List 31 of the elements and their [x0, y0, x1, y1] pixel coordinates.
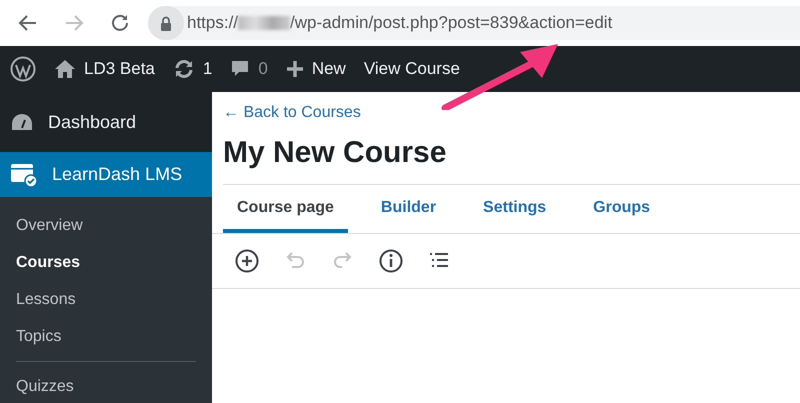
- new-link[interactable]: New: [312, 59, 346, 79]
- comment-icon: [230, 59, 250, 79]
- url-text: https://: [187, 13, 238, 33]
- tab[interactable]: Course page: [223, 185, 348, 233]
- site-name-link[interactable]: LD3 Beta: [84, 59, 155, 79]
- lock-icon: [160, 16, 172, 30]
- page-title: My New Course: [223, 136, 800, 185]
- add-icon[interactable]: [234, 248, 260, 274]
- tab[interactable]: Builder: [366, 185, 450, 233]
- submenu-item[interactable]: Topics: [0, 318, 212, 355]
- submenu-item[interactable]: Overview: [0, 207, 212, 244]
- view-course-link[interactable]: View Course: [364, 59, 460, 79]
- submenu-item[interactable]: Lessons: [0, 281, 212, 318]
- update-count[interactable]: 1: [202, 59, 212, 79]
- tab[interactable]: Settings: [469, 185, 560, 233]
- gauge-icon: [10, 112, 34, 132]
- address-bar[interactable]: https:// /wp-admin/post.php?post=839&action=edit: [148, 6, 800, 40]
- comment-count[interactable]: 0: [258, 59, 268, 79]
- menu-item[interactable]: Dashboard: [0, 92, 212, 152]
- browser-window-icon: [10, 162, 38, 188]
- menu-item[interactable]: LearnDash LMS: [0, 152, 212, 197]
- submenu-item[interactable]: Courses: [0, 244, 212, 281]
- info-icon[interactable]: [378, 248, 404, 274]
- plus-icon: [286, 60, 304, 78]
- back-link[interactable]: ← Back to Courses: [223, 104, 361, 122]
- submenu-item[interactable]: Quizzes: [0, 368, 212, 403]
- wordpress-logo-icon[interactable]: [10, 56, 36, 82]
- url-text: /wp-admin/post.php?post=839&action=edit: [290, 13, 612, 33]
- refresh-icon: [172, 59, 195, 79]
- home-icon: [54, 59, 76, 79]
- tab[interactable]: Groups: [579, 185, 664, 233]
